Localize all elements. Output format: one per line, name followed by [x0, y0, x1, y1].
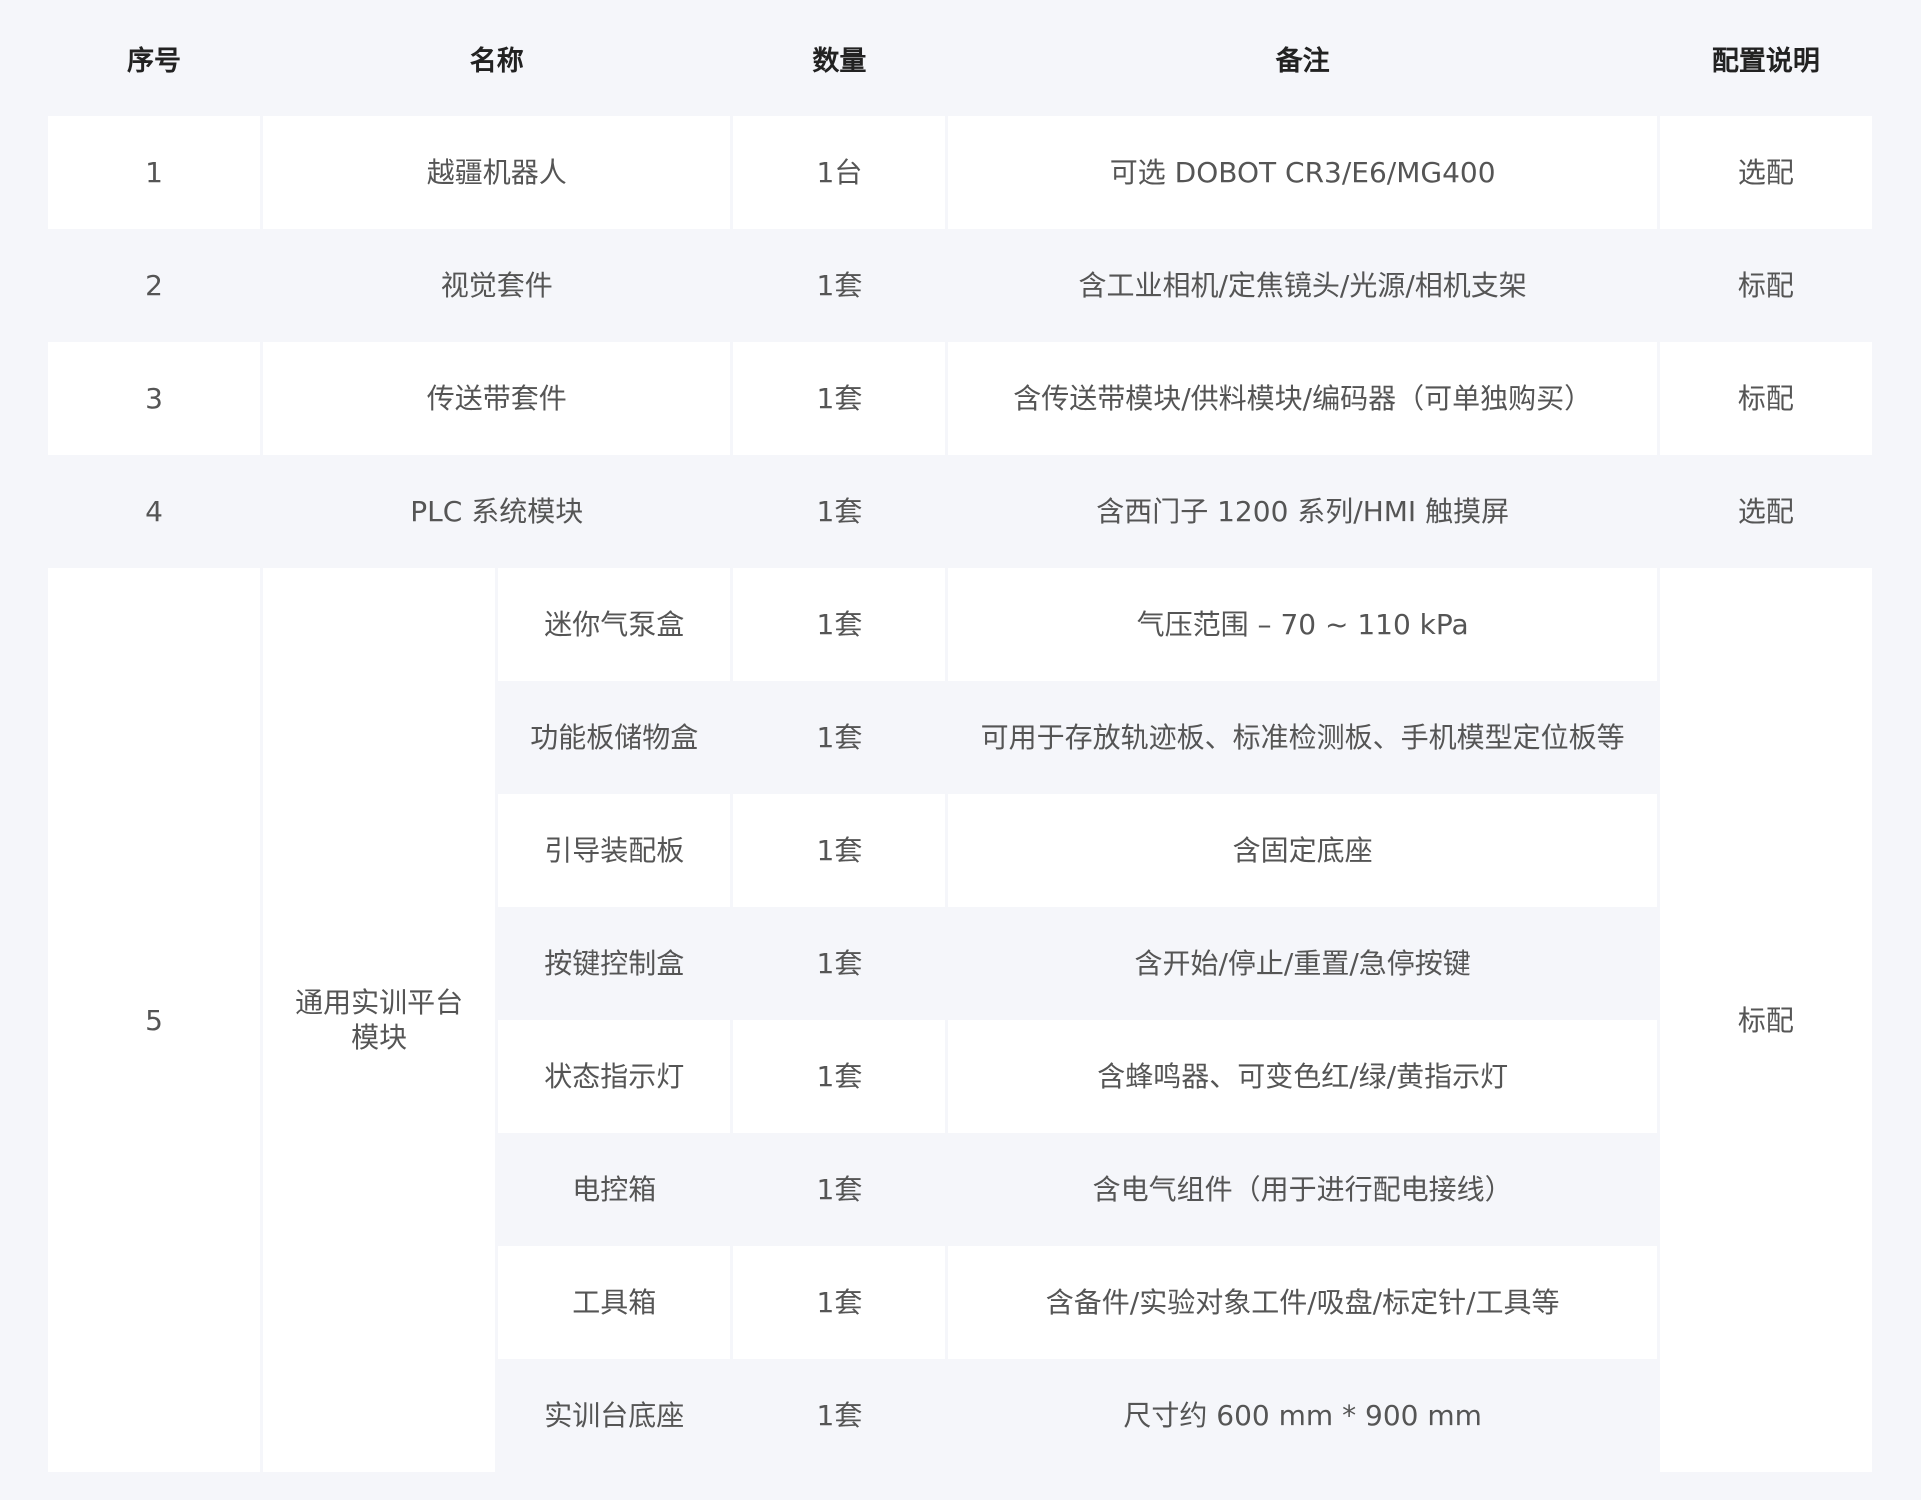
cell-subitem-name: 实训台底座	[498, 1359, 731, 1472]
cell-quantity: 1套	[733, 342, 946, 455]
cell-subitem-name: 引导装配板	[498, 794, 731, 907]
cell-quantity: 1套	[733, 794, 946, 907]
table-header-row: 序号 名称 数量 备注 配置说明	[48, 0, 1872, 116]
table-row: 1 越疆机器人 1台 可选 DOBOT CR3/E6/MG400 选配	[48, 116, 1872, 229]
cell-note: 含西门子 1200 系列/HMI 触摸屏	[948, 455, 1657, 568]
header-config: 配置说明	[1711, 45, 1820, 77]
cell-note: 含备件/实验对象工件/吸盘/标定针/工具等	[948, 1246, 1657, 1359]
cell-quantity: 1套	[733, 1359, 946, 1472]
cell-note: 尺寸约 600 mm * 900 mm	[948, 1359, 1657, 1472]
table-row: 4 PLC 系统模块 1套 含西门子 1200 系列/HMI 触摸屏 选配	[48, 455, 1872, 568]
cell-name: 越疆机器人	[263, 116, 731, 229]
cell-quantity: 1套	[733, 1133, 946, 1246]
configuration-table: 序号 名称 数量 备注 配置说明 1 越疆机器人 1台 可选 DOBOT CR3…	[45, 0, 1875, 1472]
group-name-line-2: 模块	[351, 1021, 408, 1054]
cell-note: 可用于存放轨迹板、标准检测板、手机模型定位板等	[948, 681, 1657, 794]
cell-quantity: 1套	[733, 1020, 946, 1133]
cell-config: 选配	[1659, 455, 1872, 568]
cell-subitem-name: 迷你气泵盒	[498, 568, 731, 681]
cell-quantity: 1台	[733, 116, 946, 229]
cell-subitem-name: 工具箱	[498, 1246, 731, 1359]
cell-index: 4	[48, 455, 261, 568]
table-row: 3 传送带套件 1套 含传送带模块/供料模块/编码器（可单独购买） 标配	[48, 342, 1872, 455]
group-name-line-1: 通用实训平台	[295, 986, 464, 1019]
cell-name: 传送带套件	[263, 342, 731, 455]
cell-group-name: 通用实训平台 模块	[263, 568, 496, 1472]
cell-note: 含开始/停止/重置/急停按键	[948, 907, 1657, 1020]
cell-subitem-name: 按键控制盒	[498, 907, 731, 1020]
table-row: 2 视觉套件 1套 含工业相机/定焦镜头/光源/相机支架 标配	[48, 229, 1872, 342]
cell-index: 5	[48, 568, 261, 1472]
cell-note: 含传送带模块/供料模块/编码器（可单独购买）	[948, 342, 1657, 455]
cell-note: 含电气组件（用于进行配电接线）	[948, 1133, 1657, 1246]
cell-subitem-name: 电控箱	[498, 1133, 731, 1246]
cell-index: 2	[48, 229, 261, 342]
cell-note: 含工业相机/定焦镜头/光源/相机支架	[948, 229, 1657, 342]
cell-note: 可选 DOBOT CR3/E6/MG400	[948, 116, 1657, 229]
cell-config: 标配	[1659, 342, 1872, 455]
table-row: 5 通用实训平台 模块 迷你气泵盒 1套 气压范围 – 70 ~ 110 kPa…	[48, 568, 1872, 1472]
header-index: 序号	[127, 45, 182, 77]
header-quantity: 数量	[812, 45, 867, 77]
cell-subitem-name: 功能板储物盒	[498, 681, 731, 794]
cell-config: 选配	[1659, 116, 1872, 229]
cell-quantity: 1套	[733, 681, 946, 794]
cell-config: 标配	[1659, 229, 1872, 342]
cell-quantity: 1套	[733, 568, 946, 681]
cell-quantity: 1套	[733, 455, 946, 568]
cell-quantity: 1套	[733, 229, 946, 342]
cell-note: 含固定底座	[948, 794, 1657, 907]
cell-name: 视觉套件	[263, 229, 731, 342]
cell-config: 标配	[1659, 568, 1872, 1472]
configuration-table-container: 序号 名称 数量 备注 配置说明 1 越疆机器人 1台 可选 DOBOT CR3…	[48, 0, 1872, 1472]
cell-name: PLC 系统模块	[263, 455, 731, 568]
header-name: 名称	[469, 45, 524, 77]
cell-note: 含蜂鸣器、可变色红/绿/黄指示灯	[948, 1020, 1657, 1133]
cell-subitem-name: 状态指示灯	[498, 1020, 731, 1133]
header-note: 备注	[1275, 45, 1330, 77]
cell-index: 3	[48, 342, 261, 455]
cell-note: 气压范围 – 70 ~ 110 kPa	[948, 568, 1657, 681]
cell-quantity: 1套	[733, 1246, 946, 1359]
cell-quantity: 1套	[733, 907, 946, 1020]
cell-index: 1	[48, 116, 261, 229]
